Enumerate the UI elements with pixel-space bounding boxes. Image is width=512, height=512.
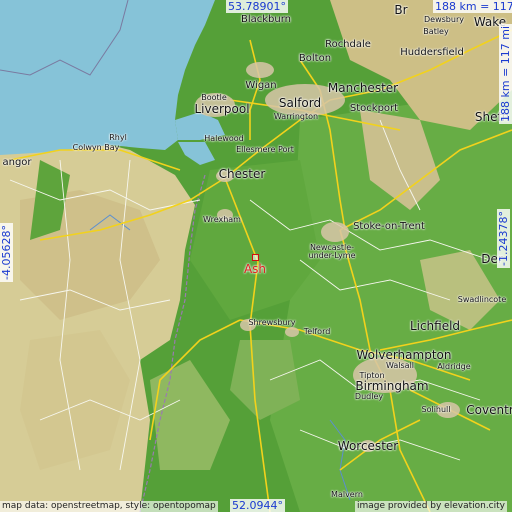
- label-bootle: Bootle: [201, 93, 227, 102]
- label-bolton: Bolton: [298, 53, 332, 64]
- coord-east: -1.24378°: [497, 209, 510, 268]
- label-malvern: Malvern: [331, 490, 363, 499]
- label-liverpool: Liverpool: [194, 102, 250, 116]
- coord-south: 52.0944°: [230, 499, 285, 512]
- label-newcastle: Newcastle- under-Lyme: [308, 243, 356, 260]
- label-telford: Telford: [303, 327, 331, 336]
- label-wolverhampton: Wolverhampton: [356, 348, 452, 362]
- label-wrexham: Wrexham: [203, 215, 241, 224]
- label-swadlincote: Swadlincote: [457, 295, 507, 304]
- label-birmingham: Birmingham: [355, 379, 429, 393]
- coord-north: 53.78901°: [226, 0, 288, 13]
- label-coventry: Coventr: [466, 403, 512, 417]
- label-shrewsbury: Shrewsbury: [248, 318, 296, 327]
- label-ellesmere-port: Ellesmere Port: [236, 145, 294, 154]
- label-halewood: Halewood: [204, 134, 244, 143]
- attribution-left[interactable]: map data: openstreetmap, style: opentopo…: [0, 501, 218, 512]
- label-wigan: Wigan: [245, 80, 277, 91]
- scale-top: 188 km = 117 mi: [433, 0, 512, 13]
- coord-west: -4.05628°: [0, 223, 13, 282]
- label-dudley: Dudley: [354, 392, 384, 401]
- label-rhyl: Rhyl: [109, 133, 127, 142]
- label-solihull: Solihull: [421, 405, 451, 414]
- label-batley: Batley: [423, 27, 449, 36]
- label-manchester: Manchester: [327, 81, 399, 95]
- label-lichfield: Lichfield: [409, 319, 461, 333]
- location-marker-icon[interactable]: [252, 254, 259, 261]
- label-dewsbury: Dewsbury: [424, 15, 464, 24]
- label-br: Br: [394, 3, 408, 17]
- label-ash[interactable]: Ash: [244, 263, 266, 275]
- label-stockport: Stockport: [349, 103, 399, 114]
- label-chester: Chester: [218, 167, 266, 181]
- scale-right: 188 km = 117 mi: [499, 23, 512, 124]
- label-colwyn-bay: Colwyn Bay: [72, 143, 120, 152]
- label-salford: Salford: [278, 96, 322, 110]
- label-worcester: Worcester: [337, 439, 399, 453]
- label-stoke: Stoke-on-Trent: [353, 221, 425, 232]
- map-view[interactable]: Blackburn Dewsbury Wake Batley Br Rochda…: [0, 0, 512, 512]
- label-walsall: Walsall: [385, 361, 415, 370]
- label-warrington: Warrington: [273, 112, 319, 121]
- label-angor: angor: [2, 157, 32, 168]
- label-rochdale: Rochdale: [325, 39, 371, 50]
- label-blackburn: Blackburn: [240, 14, 292, 25]
- label-aldridge: Aldridge: [437, 362, 471, 371]
- label-huddersfield: Huddersfield: [400, 47, 464, 58]
- attribution-right[interactable]: image provided by elevation.city: [355, 501, 507, 512]
